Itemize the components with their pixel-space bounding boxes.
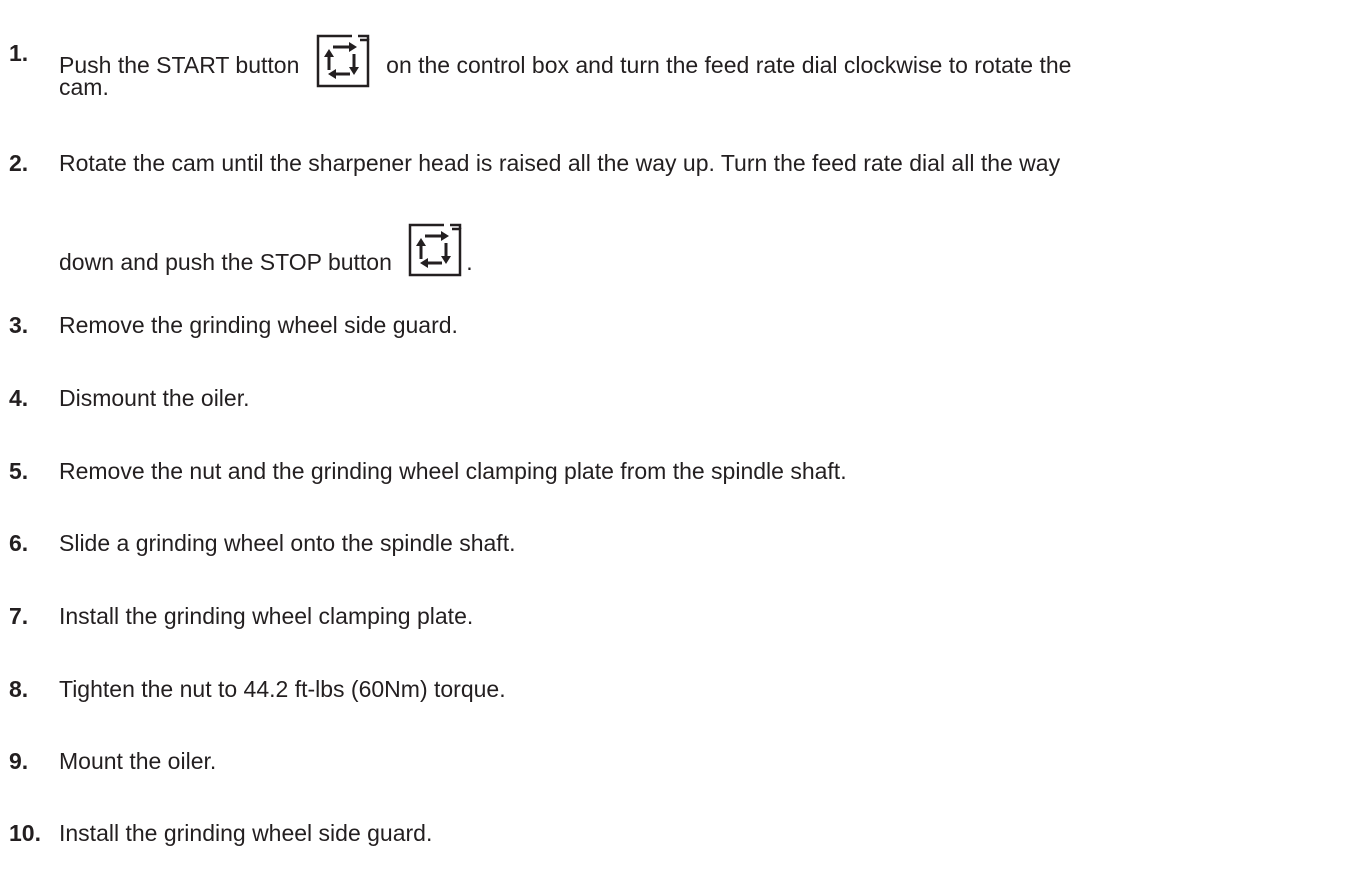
step-number: 3. <box>9 312 29 338</box>
step-text: Rotate the cam until the sharpener head … <box>59 150 1061 176</box>
step-number: 6. <box>9 530 29 556</box>
step-number: 4. <box>9 385 29 411</box>
step-text: Mount the oiler. <box>59 748 217 774</box>
cycle-arrows-icon <box>314 32 372 90</box>
step-number: 5. <box>9 458 29 484</box>
step-number: 1. <box>9 40 29 66</box>
step-number: 9. <box>9 748 29 774</box>
step-text-continued: on the control box and turn the feed rat… <box>386 52 1072 79</box>
step-number: 10. <box>9 820 41 846</box>
step-text: Slide a grinding wheel onto the spindle … <box>59 530 516 556</box>
step-text: Tighten the nut to 44.2 ft-lbs (60Nm) to… <box>59 676 506 702</box>
step-text: Remove the grinding wheel side guard. <box>59 312 458 338</box>
step-text-wrap: down and push the STOP button <box>59 249 392 276</box>
step-number: 8. <box>9 676 29 702</box>
step-text: Install the grinding wheel clamping plat… <box>59 603 474 629</box>
cycle-arrows-icon <box>406 221 464 279</box>
step-text: Install the grinding wheel side guard. <box>59 820 433 846</box>
step-text-period: . <box>466 249 473 276</box>
instruction-page: { "steps": [ {"num": "1.", "pre": "Push … <box>0 0 1359 877</box>
step-text: Remove the nut and the grinding wheel cl… <box>59 458 847 484</box>
step-number: 2. <box>9 150 29 176</box>
step-text-wrap: cam. <box>59 74 109 100</box>
step-text: Dismount the oiler. <box>59 385 250 411</box>
step-number: 7. <box>9 603 29 629</box>
